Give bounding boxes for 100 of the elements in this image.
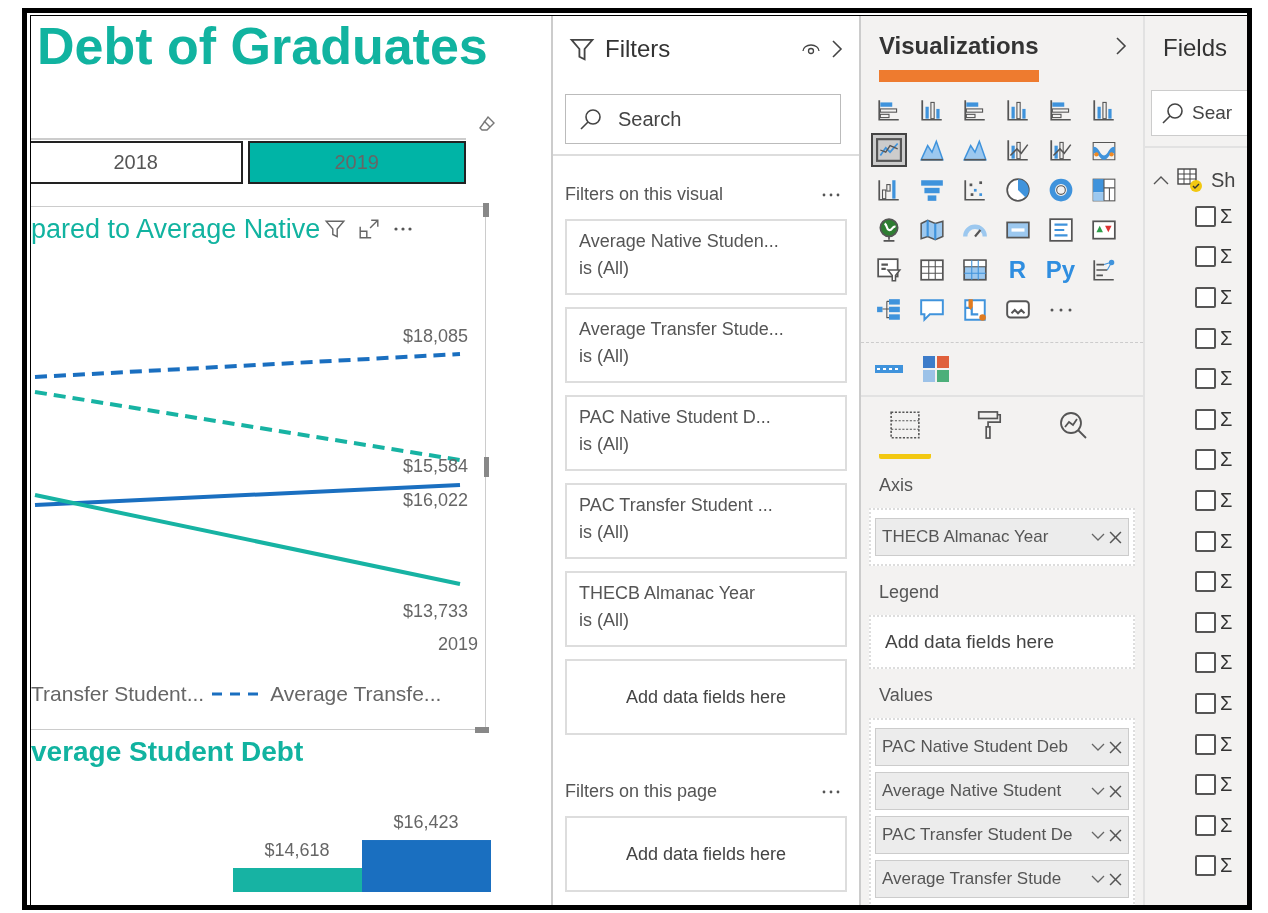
- filter-value: is (All): [579, 522, 630, 543]
- sum-symbol: Σ: [1220, 286, 1233, 309]
- filter-value: is (All): [579, 258, 630, 279]
- checkbox[interactable]: [1195, 814, 1216, 836]
- field-chip[interactable]: Average Transfer Stude: [875, 860, 1129, 898]
- filter-icon[interactable]: [324, 218, 347, 240]
- filter-name: PAC Native Student D...: [579, 407, 772, 428]
- checkbox[interactable]: [1195, 652, 1216, 674]
- field-chip[interactable]: THECB Almanac Year: [875, 518, 1129, 556]
- close-icon[interactable]: [1109, 784, 1122, 798]
- chevron-down-icon[interactable]: [1091, 532, 1105, 542]
- checkbox[interactable]: [1195, 855, 1216, 877]
- fields-tab[interactable]: [879, 409, 931, 459]
- filter-card[interactable]: Average Native Studen... is (All): [565, 219, 847, 295]
- resize-handle[interactable]: [483, 203, 489, 217]
- table-name[interactable]: Sh: [1211, 168, 1236, 192]
- drop-zone[interactable]: Add data fields here: [565, 816, 847, 892]
- drop-zone[interactable]: Add data fields here: [565, 659, 847, 735]
- filter-icon: [569, 36, 595, 62]
- search-icon: [579, 107, 603, 131]
- sum-symbol: Σ: [1220, 488, 1233, 512]
- resize-handle[interactable]: [475, 727, 489, 733]
- well-title: Values: [878, 684, 934, 707]
- filter-value: is (All): [579, 346, 630, 367]
- checkbox[interactable]: [1195, 692, 1216, 714]
- filter-name: PAC Transfer Student ...: [579, 495, 774, 516]
- field-chip[interactable]: PAC Transfer Student De: [875, 816, 1129, 854]
- search-icon: [1161, 101, 1185, 125]
- axis-label: 2019: [437, 634, 478, 654]
- close-icon[interactable]: [1109, 740, 1122, 754]
- eye-icon[interactable]: [801, 42, 821, 56]
- checkbox[interactable]: [1195, 246, 1216, 268]
- tiles-icon[interactable]: [923, 356, 949, 382]
- sum-symbol: Σ: [1220, 732, 1233, 756]
- sum-symbol: Σ: [1220, 813, 1233, 837]
- sum-symbol: Σ: [1220, 691, 1233, 715]
- search-field[interactable]: Sear: [1151, 90, 1247, 136]
- filter-name: Average Transfer Stude...: [579, 319, 785, 340]
- chevron-down-icon[interactable]: [1091, 830, 1105, 840]
- sum-symbol: Σ: [1220, 367, 1233, 391]
- close-icon[interactable]: [1109, 872, 1122, 886]
- more-options-icon[interactable]: [821, 191, 841, 198]
- eraser-icon[interactable]: [477, 114, 497, 134]
- sum-symbol: Σ: [1220, 773, 1233, 797]
- chevron-right-icon[interactable]: [1115, 36, 1127, 56]
- report-title: Debt of Graduates: [36, 16, 489, 76]
- data-label: $18,085: [402, 326, 468, 346]
- dotted-bar-icon[interactable]: [875, 364, 903, 374]
- chevron-up-icon[interactable]: [1153, 175, 1169, 185]
- checkbox[interactable]: [1195, 205, 1216, 227]
- chip-label: PAC Transfer Student De: [882, 825, 1074, 845]
- checkbox[interactable]: [1195, 489, 1216, 511]
- checkbox[interactable]: [1195, 408, 1216, 430]
- data-label: $14,618: [264, 840, 330, 860]
- data-label: $16,022: [402, 490, 468, 510]
- table-icon: [1177, 167, 1203, 193]
- filter-card[interactable]: Average Transfer Stude... is (All): [565, 307, 847, 383]
- resize-handle[interactable]: [484, 457, 489, 477]
- data-label: $16,423: [393, 812, 459, 833]
- close-icon[interactable]: [1109, 530, 1122, 544]
- filter-name: THECB Almanac Year: [579, 583, 757, 604]
- chevron-down-icon[interactable]: [1091, 874, 1105, 884]
- filter-card[interactable]: THECB Almanac Year is (All): [565, 571, 847, 647]
- checkbox[interactable]: [1195, 368, 1216, 390]
- slicer-option[interactable]: 2018: [31, 141, 243, 184]
- checkbox[interactable]: [1195, 774, 1216, 796]
- checkbox[interactable]: [1195, 733, 1216, 755]
- filter-value: is (All): [579, 434, 630, 455]
- legend-label: Average Transfe...: [270, 682, 442, 706]
- field-chip[interactable]: Average Native Student: [875, 772, 1129, 810]
- filter-card[interactable]: PAC Native Student D... is (All): [565, 395, 847, 471]
- data-label: $15,584: [402, 456, 468, 476]
- chevron-down-icon[interactable]: [1091, 742, 1105, 752]
- chart-title: pared to Average Native: [31, 213, 321, 245]
- sum-symbol: Σ: [1220, 854, 1233, 878]
- checkbox[interactable]: [1195, 287, 1216, 308]
- close-icon[interactable]: [1109, 828, 1122, 842]
- focus-mode-icon[interactable]: [358, 218, 381, 240]
- chevron-down-icon[interactable]: [1091, 786, 1105, 796]
- chip-label: THECB Almanac Year: [882, 527, 1050, 547]
- checkbox[interactable]: [1195, 327, 1216, 349]
- paint-roller-icon: [975, 409, 1003, 441]
- line-chart-icon[interactable]: [870, 133, 907, 167]
- search-field[interactable]: Search: [565, 94, 841, 144]
- sum-symbol: Σ: [1220, 651, 1233, 675]
- checkbox[interactable]: [1195, 611, 1216, 633]
- sum-symbol: Σ: [1220, 610, 1233, 634]
- data-label: $13,733: [402, 601, 468, 621]
- chevron-right-icon[interactable]: [831, 39, 843, 59]
- checkbox[interactable]: [1195, 530, 1216, 552]
- checkbox[interactable]: [1195, 571, 1216, 593]
- sum-symbol: Σ: [1220, 570, 1233, 594]
- checkbox[interactable]: [1195, 449, 1216, 471]
- more-options-icon[interactable]: [821, 788, 841, 795]
- field-chip[interactable]: PAC Native Student Deb: [875, 728, 1129, 766]
- filter-value: is (All): [579, 610, 630, 631]
- filter-card[interactable]: PAC Transfer Student ... is (All): [565, 483, 847, 559]
- pane-title: Visualizations: [879, 32, 1039, 60]
- filter-name: Average Native Studen...: [579, 231, 780, 252]
- well-title: Axis: [878, 474, 914, 497]
